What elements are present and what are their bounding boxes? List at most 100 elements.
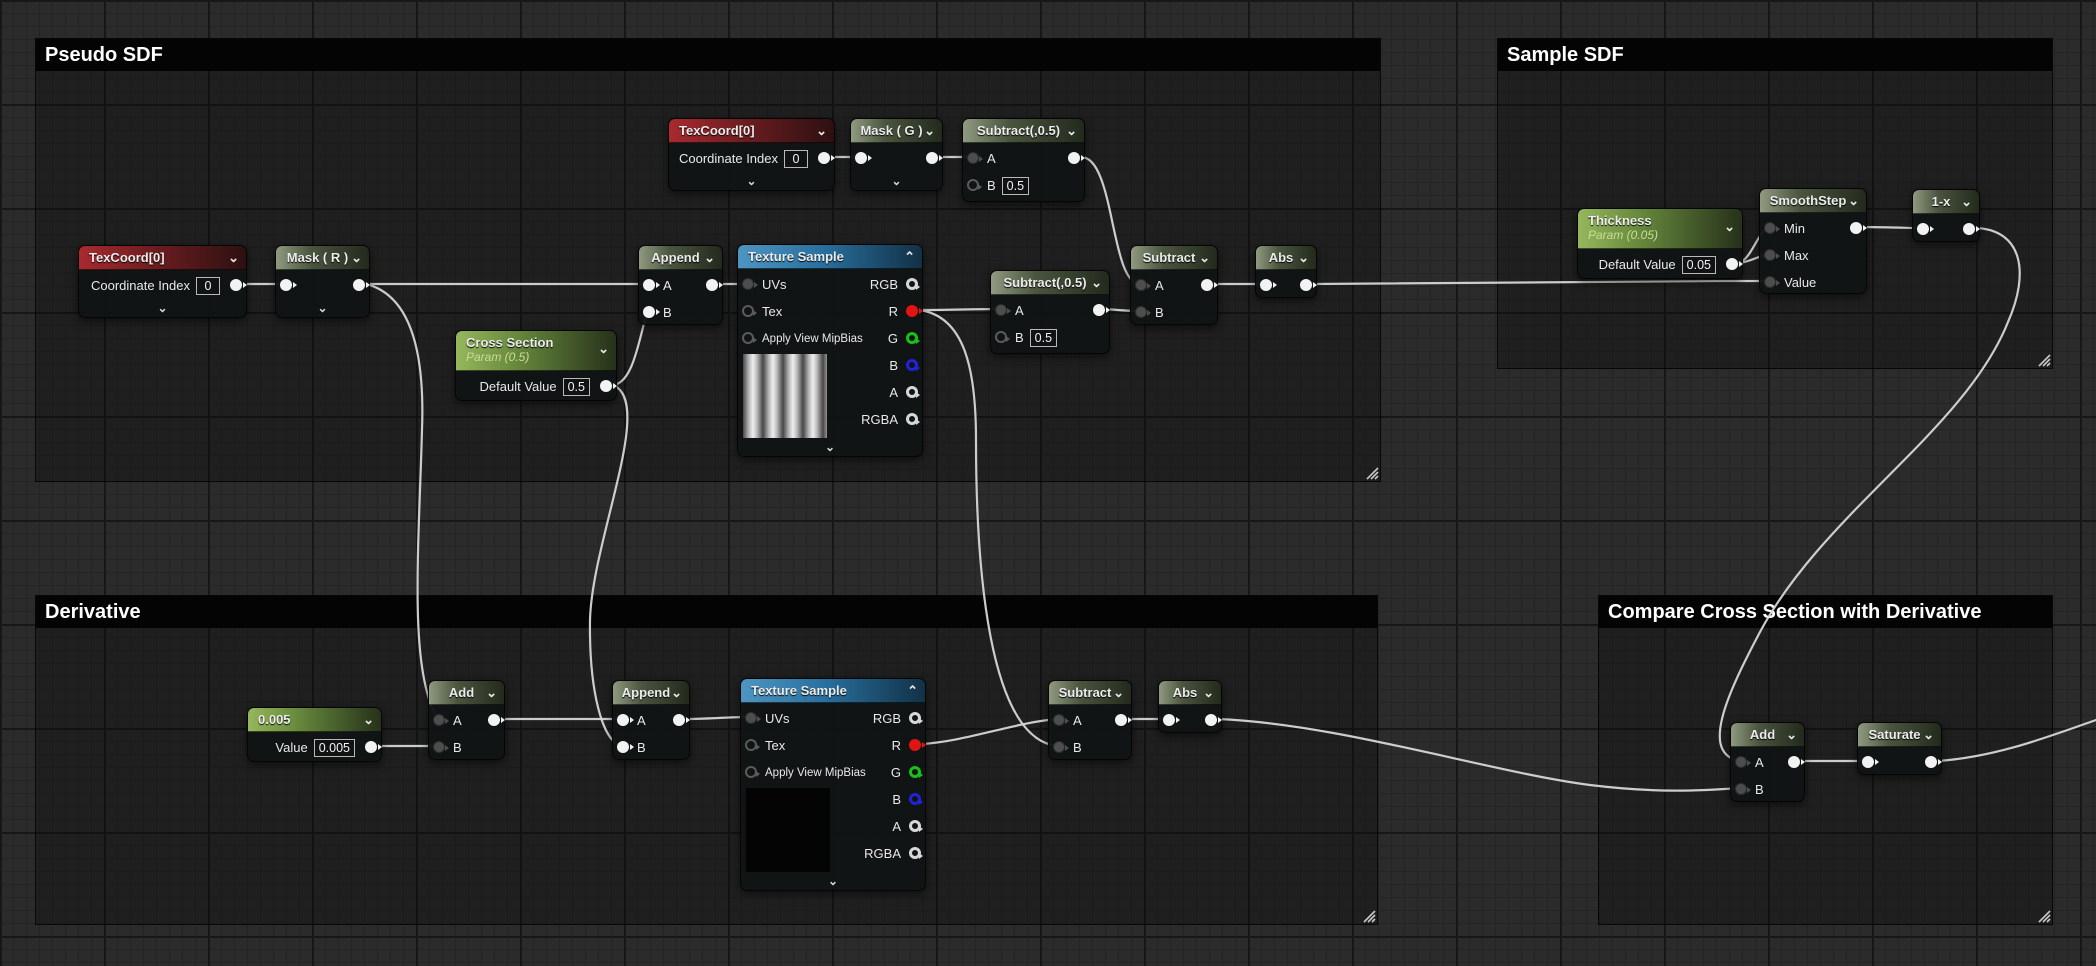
output-pin[interactable] xyxy=(1068,152,1080,164)
chevron-down-icon[interactable]: ⌄ xyxy=(1091,275,1102,291)
chevron-down-icon[interactable]: ⌄ xyxy=(228,250,239,266)
input-pin-b[interactable] xyxy=(1053,741,1065,753)
output-pin-rgba[interactable] xyxy=(906,413,918,425)
expand-chevron-icon[interactable]: ⌄ xyxy=(669,174,834,190)
expand-chevron-icon[interactable]: ⌄ xyxy=(79,301,246,317)
output-pin[interactable] xyxy=(1201,279,1213,291)
node-one-minus-x[interactable]: 1-x⌄ xyxy=(1912,189,1980,242)
node-header[interactable]: Subtract⌄ xyxy=(1131,246,1217,270)
node-header[interactable]: ThicknessParam (0.05)⌄ xyxy=(1578,209,1742,249)
value-input[interactable]: 0.05 xyxy=(1682,256,1716,274)
chevron-down-icon[interactable]: ⌄ xyxy=(1066,123,1077,139)
input-pin[interactable] xyxy=(280,279,292,291)
node-header[interactable]: Add⌄ xyxy=(429,681,504,705)
comment-title-bar[interactable]: Pseudo SDF xyxy=(36,39,1380,71)
input-pin-max[interactable] xyxy=(1764,249,1776,261)
collapse-up-icon[interactable]: ⌃ xyxy=(904,249,915,265)
input-pin-b[interactable] xyxy=(617,741,629,753)
chevron-down-icon[interactable]: ⌄ xyxy=(486,685,497,701)
node-const-0005[interactable]: 0.005⌄Value0.005 xyxy=(247,707,382,762)
node-header[interactable]: SmoothStep⌄ xyxy=(1760,189,1866,213)
node-header[interactable]: Texture Sample⌃ xyxy=(738,245,922,269)
output-pin[interactable] xyxy=(1925,756,1937,768)
output-pin[interactable] xyxy=(1963,223,1975,235)
output-pin-rgba[interactable] xyxy=(909,847,921,859)
output-pin-rgb[interactable] xyxy=(909,712,921,724)
chevron-down-icon[interactable]: ⌄ xyxy=(1923,727,1934,743)
resize-handle-icon[interactable] xyxy=(2036,352,2051,367)
input-pin-a[interactable] xyxy=(1053,714,1065,726)
chevron-down-icon[interactable]: ⌄ xyxy=(671,685,682,701)
input-pin-value[interactable] xyxy=(1764,276,1776,288)
output-pin[interactable] xyxy=(600,380,612,392)
node-header[interactable]: Subtract⌄ xyxy=(1049,681,1131,705)
value-input[interactable]: 0.005 xyxy=(314,739,355,757)
input-pin-b[interactable] xyxy=(1135,306,1147,318)
output-pin[interactable] xyxy=(230,279,242,291)
chevron-down-icon[interactable]: ⌄ xyxy=(598,341,609,357)
node-subtract-2[interactable]: Subtract⌄AB xyxy=(1048,680,1132,760)
output-pin[interactable] xyxy=(1726,258,1738,270)
node-subtract-1[interactable]: Subtract⌄AB xyxy=(1130,245,1218,325)
value-input[interactable]: 0 xyxy=(196,277,220,295)
output-pin[interactable] xyxy=(353,279,365,291)
output-pin-b[interactable] xyxy=(909,793,921,805)
node-subtract-05-top[interactable]: Subtract(,0.5)⌄AB0.5 xyxy=(962,118,1085,202)
node-smoothstep[interactable]: SmoothStep⌄MinMaxValue xyxy=(1759,188,1867,294)
output-pin-g[interactable] xyxy=(906,332,918,344)
node-header[interactable]: Append⌄ xyxy=(613,681,689,705)
chevron-down-icon[interactable]: ⌄ xyxy=(1724,219,1735,235)
expand-chevron-icon[interactable]: ⌄ xyxy=(851,174,942,190)
material-graph-canvas[interactable]: Pseudo SDFSample SDFDerivativeCompare Cr… xyxy=(0,0,2096,966)
input-pin-a[interactable] xyxy=(643,279,655,291)
node-header[interactable]: Append⌄ xyxy=(639,246,722,270)
collapse-up-icon[interactable]: ⌃ xyxy=(907,683,918,699)
node-header[interactable]: Abs⌄ xyxy=(1159,681,1221,705)
chevron-down-icon[interactable]: ⌄ xyxy=(1298,250,1309,266)
output-pin-a[interactable] xyxy=(906,386,918,398)
node-add-derivative[interactable]: Add⌄AB xyxy=(428,680,505,760)
node-header[interactable]: Subtract(,0.5)⌄ xyxy=(991,271,1109,295)
input-pin-b[interactable] xyxy=(967,179,979,191)
input-pin-min[interactable] xyxy=(1764,222,1776,234)
output-pin-a[interactable] xyxy=(909,820,921,832)
node-header[interactable]: 0.005⌄ xyxy=(248,708,381,732)
node-header[interactable]: Mask ( G )⌄ xyxy=(851,119,942,143)
output-pin[interactable] xyxy=(1205,714,1217,726)
node-saturate[interactable]: Saturate⌄ xyxy=(1857,722,1942,775)
chevron-down-icon[interactable]: ⌄ xyxy=(924,123,935,139)
input-pin-a[interactable] xyxy=(967,152,979,164)
node-header[interactable]: 1-x⌄ xyxy=(1913,190,1979,214)
output-pin[interactable] xyxy=(1850,222,1862,234)
node-cross-section[interactable]: Cross SectionParam (0.5)⌄Default Value0.… xyxy=(455,330,617,401)
output-pin[interactable] xyxy=(926,152,938,164)
node-texcoord-left[interactable]: TexCoord[0]⌄Coordinate Index0⌄ xyxy=(78,245,247,318)
expand-chevron-icon[interactable]: ⌄ xyxy=(741,874,925,890)
node-header[interactable]: Abs⌄ xyxy=(1256,246,1316,270)
expand-chevron-icon[interactable]: ⌄ xyxy=(276,301,369,317)
chevron-down-icon[interactable]: ⌄ xyxy=(816,123,827,139)
input-pin-b[interactable] xyxy=(643,306,655,318)
input-pin[interactable] xyxy=(1917,223,1929,235)
output-pin[interactable] xyxy=(1300,279,1312,291)
output-pin[interactable] xyxy=(365,741,377,753)
node-mask-r[interactable]: Mask ( R )⌄ ⌄ xyxy=(275,245,370,318)
chevron-down-icon[interactable]: ⌄ xyxy=(1203,685,1214,701)
comment-title-bar[interactable]: Compare Cross Section with Derivative xyxy=(1599,596,2052,628)
output-pin[interactable] xyxy=(706,279,718,291)
output-pin[interactable] xyxy=(488,714,500,726)
node-append-1[interactable]: Append⌄AB xyxy=(638,245,723,325)
node-header[interactable]: Texture Sample⌃ xyxy=(741,679,925,703)
node-texcoord-top[interactable]: TexCoord[0]⌄Coordinate Index0⌄ xyxy=(668,118,835,191)
input-pin-b[interactable] xyxy=(1735,783,1747,795)
chevron-down-icon[interactable]: ⌄ xyxy=(1113,685,1124,701)
output-pin-rgb[interactable] xyxy=(906,278,918,290)
input-pin-a[interactable] xyxy=(617,714,629,726)
node-mask-g[interactable]: Mask ( G )⌄⌄ xyxy=(850,118,943,191)
comment-title-bar[interactable]: Sample SDF xyxy=(1498,39,2052,71)
node-header[interactable]: Mask ( R )⌄ xyxy=(276,246,369,270)
output-pin[interactable] xyxy=(1788,756,1800,768)
output-pin-b[interactable] xyxy=(906,359,918,371)
node-header[interactable]: Saturate⌄ xyxy=(1858,723,1941,747)
node-texture-sample-2[interactable]: Texture Sample⌃UVsTexApply View MipBiasR… xyxy=(740,678,926,891)
